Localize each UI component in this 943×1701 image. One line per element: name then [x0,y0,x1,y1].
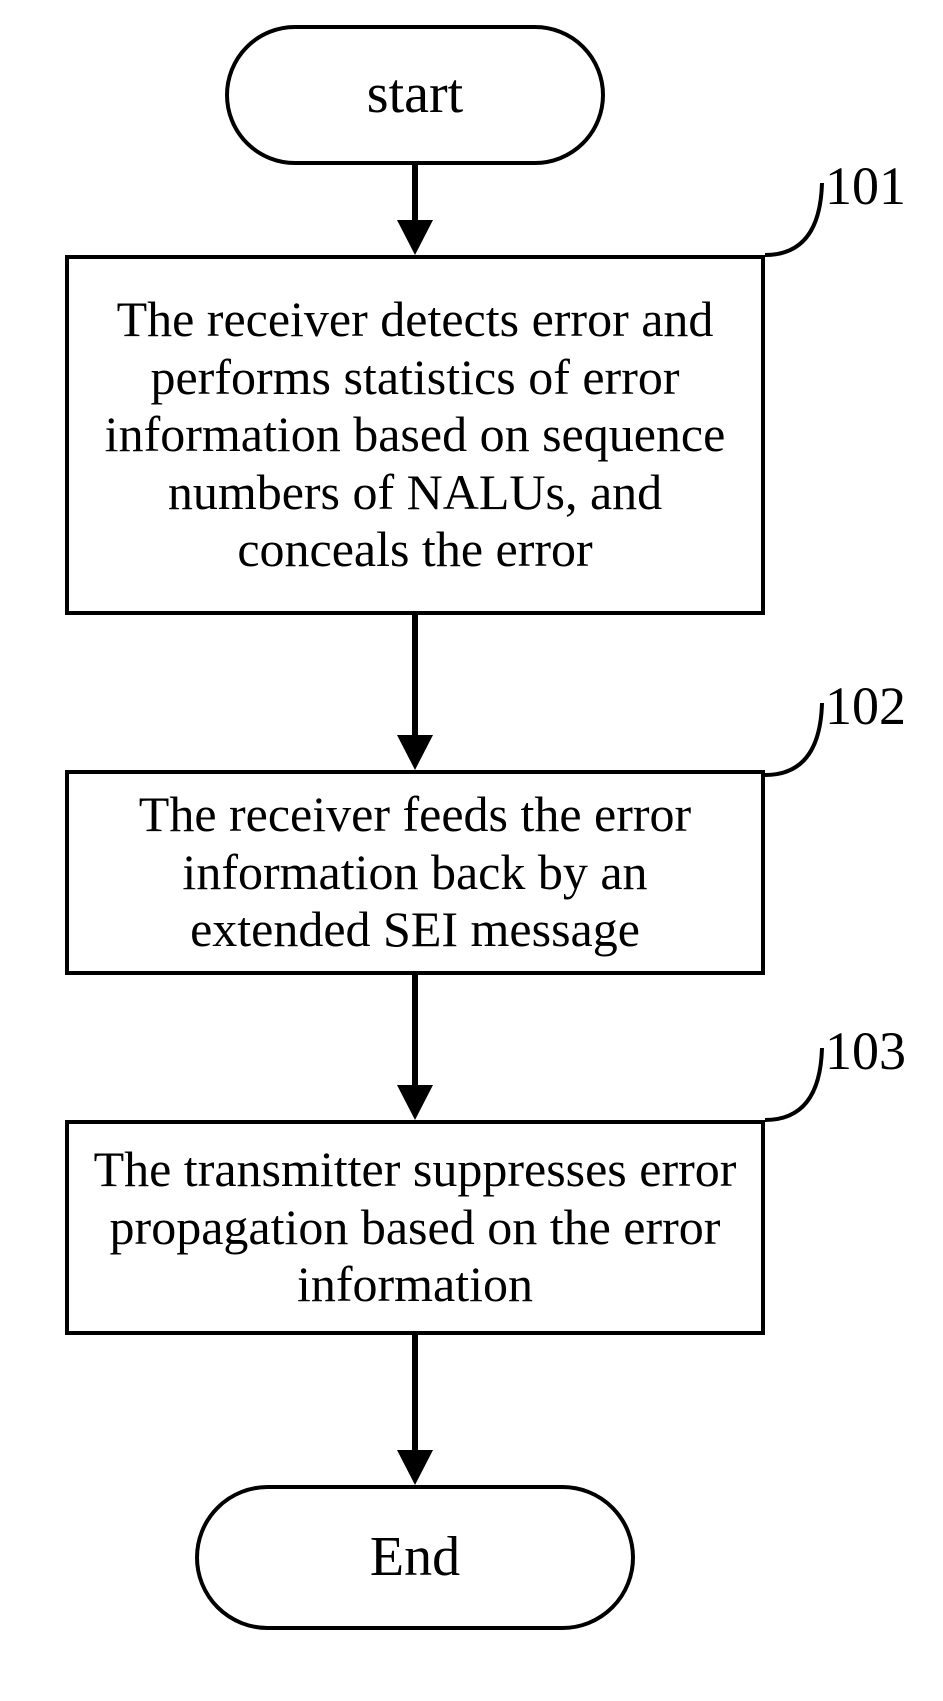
label-102: 102 [825,675,906,737]
label-101: 101 [825,155,906,217]
flow-step-101-text: The receiver detects error and performs … [91,291,739,579]
flow-step-102-text: The receiver feeds the error information… [91,786,739,959]
arrow-101-to-102 [405,615,425,770]
flow-step-103-text: The transmitter suppresses error propaga… [91,1141,739,1314]
flow-step-102: The receiver feeds the error information… [65,770,765,975]
flow-start-terminal: start [225,25,605,165]
flow-step-103: The transmitter suppresses error propaga… [65,1120,765,1335]
arrow-start-to-101 [405,165,425,255]
label-103: 103 [825,1020,906,1082]
flow-step-101: The receiver detects error and performs … [65,255,765,615]
flow-end-terminal: End [195,1485,635,1630]
arrow-102-to-103 [405,975,425,1120]
flow-start-text: start [367,64,463,126]
flow-end-text: End [370,1527,460,1589]
arrow-103-to-end [405,1335,425,1485]
